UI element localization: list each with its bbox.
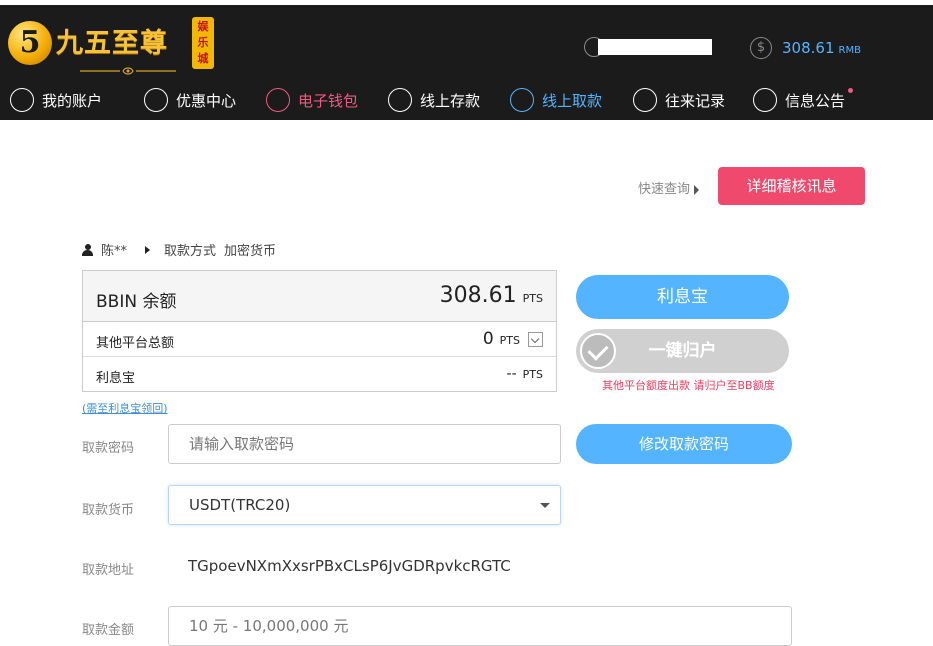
password-label: 取款密码 xyxy=(82,441,135,456)
one-key-note: 其他平台额度出款 请归户至BB额度 xyxy=(602,379,775,392)
other-platform-value: 0 PTS xyxy=(483,329,543,349)
main-balance-value: 308.61 PTS xyxy=(439,283,543,308)
account-breadcrumb: 陈** 取款方式 加密货币 xyxy=(82,240,276,259)
expand-icon[interactable] xyxy=(528,331,543,347)
check-circle-icon xyxy=(580,333,616,369)
method-value: 加密货币 xyxy=(224,244,277,259)
nav-online-withdraw[interactable]: 线上取款 xyxy=(510,86,602,114)
wallet-icon xyxy=(266,88,290,112)
withdraw-password-input[interactable]: 请输入取款密码 xyxy=(168,424,561,464)
logo-brand-text: 九五至尊 xyxy=(56,28,168,59)
balance-panel: BBIN 余额 308.61 PTS 其他平台总额 0 PTS 利息宝 -- PTS xyxy=(82,270,557,392)
withdraw-address-value: TGpoevNXmXxsrPBxCLsP6JvGDRpvkcRGTC xyxy=(188,557,511,575)
account-name: 陈** xyxy=(101,244,128,259)
records-icon xyxy=(633,88,657,112)
nav-promotions[interactable]: 优惠中心 xyxy=(144,86,236,114)
logo-seal: 娱乐城 xyxy=(192,17,214,69)
logo-badge: 5 xyxy=(8,21,52,65)
nav-my-account[interactable]: 我的账户 xyxy=(10,86,102,114)
nav-e-wallet[interactable]: 电子钱包 xyxy=(266,86,358,114)
lixibao-button[interactable]: 利息宝 xyxy=(576,275,789,319)
method-label: 取款方式 xyxy=(164,244,217,259)
username-redacted xyxy=(598,39,712,55)
lixibao-tip-link[interactable]: (需至利息宝领回) xyxy=(82,400,168,416)
change-password-button[interactable]: 修改取款密码 xyxy=(576,424,792,464)
main-balance-label: BBIN 余额 xyxy=(96,292,177,312)
main-nav: 我的账户 优惠中心 电子钱包 线上存款 线上取款 往来记录 信息公告 xyxy=(0,80,933,120)
balance-unit: RMB xyxy=(838,45,861,56)
other-platform-row: 其他平台总额 0 PTS xyxy=(83,322,556,357)
arrow-right-icon xyxy=(694,184,700,195)
one-key-transfer-button[interactable]: 一键归户 xyxy=(576,329,789,373)
chevron-down-icon xyxy=(540,503,550,508)
site-logo[interactable]: 5 九五至尊 娱乐城 xyxy=(8,17,218,79)
gift-icon xyxy=(144,88,168,112)
logo-flourish-icon xyxy=(80,67,176,75)
amount-label: 取款金额 xyxy=(82,623,135,638)
top-header: 5 九五至尊 娱乐城 $ 308.61 RMB xyxy=(0,0,933,80)
nav-online-deposit[interactable]: 线上存款 xyxy=(388,86,480,114)
currency-label: 取款货币 xyxy=(82,503,135,518)
balance-amount: 308.61 xyxy=(782,39,835,57)
currency-select[interactable]: USDT(TRC20) xyxy=(168,485,561,525)
lixibao-row: 利息宝 -- PTS xyxy=(83,357,556,391)
notification-dot xyxy=(848,87,854,93)
other-platform-label: 其他平台总额 xyxy=(96,336,175,351)
nav-announcements[interactable]: 信息公告 xyxy=(753,86,854,114)
lixibao-label: 利息宝 xyxy=(96,371,136,386)
bell-icon xyxy=(753,88,777,112)
deposit-icon xyxy=(388,88,412,112)
dollar-coin-icon: $ xyxy=(750,37,772,59)
withdraw-icon xyxy=(510,88,534,112)
quick-query-link[interactable]: 快速查询 xyxy=(638,178,700,197)
address-label: 取款地址 xyxy=(82,563,135,578)
withdraw-amount-input[interactable]: 10 元 - 10,000,000 元 xyxy=(168,606,792,646)
detail-audit-button[interactable]: 详细稽核讯息 xyxy=(718,167,865,205)
lixibao-value: -- PTS xyxy=(506,366,543,382)
arrow-right-icon xyxy=(145,245,151,254)
nav-records[interactable]: 往来记录 xyxy=(633,86,725,114)
person-icon xyxy=(82,243,93,256)
main-balance-row: BBIN 余额 308.61 PTS xyxy=(83,271,556,322)
user-icon xyxy=(10,88,34,112)
